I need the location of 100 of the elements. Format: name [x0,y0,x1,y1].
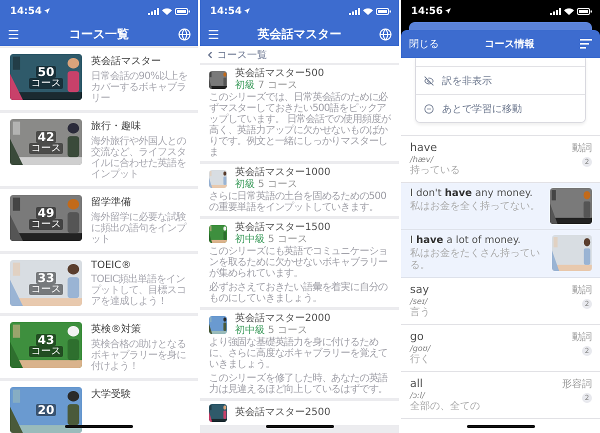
course-count: 7 コース [258,80,298,91]
course-title: TOEIC® [91,260,132,271]
location-icon [444,8,451,14]
word-meaning: 全部の、全ての [410,401,480,413]
course-unit: コース [29,78,63,88]
course-card[interactable]: 49 コース 留学準備 海外留学に必要な試験に頻出の語句をインプット [0,189,198,251]
word-meaning: 行く [410,354,430,366]
example-sentence: I have a lot of money. [410,235,522,246]
level-label: 初中級 [235,325,265,336]
series-title: 英会話マスター2500 [235,407,330,419]
minus-circle-icon [424,104,434,114]
series-title: 英会話マスター1500 [235,222,330,234]
course-title: 旅行・趣味 [91,120,142,133]
course-card[interactable]: 20 大学受験 [0,381,198,433]
part-of-speech: 動詞 [572,284,592,297]
example-translation: 私はお金をたくさん持っている。 [410,248,541,272]
series-card[interactable]: 英会話マスター2000 初中級 5 コース より強固な基礎英語力を身に付けるために、さらに高度なボキャブラリーを覚えていきましょう。 このシリーズを修了した時、あなたの英語力は見違えるほど向上しているはずです。 [200,310,399,398]
course-title: 英検®対策 [91,322,142,336]
course-count: 20 [36,404,56,416]
level-label: 初中級 [235,234,265,245]
course-description: 英検合格の助けとなるボキャブラリーを身に付けよう！ [91,339,187,372]
series-title: 英会話マスター1000 [235,167,330,178]
part-of-speech: 形容詞 [562,378,592,391]
chevron-left-icon [205,50,215,60]
course-count: 5 コース [268,234,308,245]
course-title: 英会話マスター [91,54,162,68]
phonetic: /seɪ/ [410,296,429,306]
part-of-speech: 動詞 [572,142,592,155]
series-title: 英会話マスター500 [235,68,324,80]
course-count: 5 コース [258,179,298,190]
globe-button[interactable] [178,28,191,40]
course-count: 50 [36,66,56,78]
word: have [410,141,438,154]
course-unit: コース [29,142,63,154]
series-title: 英会話マスター2000 [235,313,330,324]
word: all [410,377,424,390]
series-card[interactable]: 英会話マスター1000 初級 5 コース さらに日常英語の土台を固めるための500の重要単語をインプットしていきます。 [200,164,399,216]
signal-icon [148,8,159,14]
menu-button[interactable] [7,28,20,40]
battery-icon [577,8,592,14]
sort-button[interactable] [580,39,592,49]
wifi-icon [363,8,373,14]
series-description: このシリーズにも英語でコミュニケーションを取るために欠かせないボキャブラリーが集められています。 [209,246,389,279]
phonetic: /goʊ/ [410,343,430,354]
example-translation: 私はお金を全く持ってない。 [410,201,540,213]
series-description: より強固な基礎英語力を身に付けるために、さらに高度なボキャブラリーを覚えていきましょう。 [209,337,389,370]
part-of-speech: 動詞 [572,330,592,344]
level-label: 初級 [235,80,255,91]
series-description: このシリーズでは、日常英会話のために必ずマスターしておきたい500語をピックアップしています。 日常会話での使用頻度が高く、英語力アップに欠かせないものばかりです。例文と一緒にしっかりマスターしま [209,92,392,158]
course-count: 43 [36,334,56,346]
battery-icon [175,8,190,14]
word: say [410,283,430,296]
course-unit: コース [29,218,63,230]
series-description: 必ずおさえておきたい語彙を着実に自分のものにしていきましょう。 [209,282,389,304]
wifi-icon [564,8,574,14]
word-meaning: 言う [410,307,430,319]
location-icon [44,8,50,14]
location-icon [244,8,250,14]
course-count: 49 [36,206,56,218]
back-link[interactable]: コース一覧 [200,46,399,63]
series-card[interactable]: 英会話マスター500 初級 7 コース このシリーズでは、日常英会話のために必ずマスターしておきたい500語をピックアップしています。 日常会話での使用頻度が高く、英語力アップに欠かせないものばかりです。例文と一緒にしっかりマスターしま [200,65,399,161]
eye-off-icon [424,76,434,86]
phonetic: /hæv/ [410,154,435,164]
menu-button[interactable] [207,28,220,40]
series-description: このシリーズを修了した時、あなたの英語力は見違えるほど向上しているはずです。 [209,373,389,395]
series-card[interactable]: 英会話マスター1500 初中級 5 コース このシリーズにも英語でコミュニケーションを取るために欠かせないボキャブラリーが集められています。 必ずおさえておきたい語彙を着実に自分のものにしていきましょう。 [200,219,399,307]
course-card[interactable]: 42 コース 旅行・趣味 海外旅行や外国人との交流など、ライフスタイルに合わせた英語をインプット [0,113,198,186]
course-description: 日常会話の90%以上をカバーするボキャブラリー [91,71,189,104]
course-card[interactable]: 50 コース 英会話マスター 日常会話の90%以上をカバーするボキャブラリー [0,48,198,110]
status-time: 14:54 [10,6,42,16]
nav-title: 英会話マスター [258,26,342,42]
course-card[interactable]: 33 コース TOEIC® TOEIC頻出単語をインプットして、目標スコアを達成しよう！ [0,254,198,313]
example-sentence: I don't have any money. [410,188,534,199]
menu-item[interactable]: あとで学習に移動 [416,94,585,122]
wifi-icon [162,8,172,14]
course-card[interactable]: 43 コース 英検®対策 英検合格の助けとなるボキャブラリーを身に付けよう！ [0,316,198,378]
home-indicator [266,425,334,428]
word-meaning: 持っている [410,165,460,177]
series-description: さらに日常英語の土台を固めるための500の重要単語をインプットしていきます。 [209,191,388,213]
menu-item[interactable]: 訳を非表示 [416,66,585,94]
course-unit: コース [29,346,63,356]
course-title: 大学受験 [91,388,131,401]
course-description: 海外留学に必要な試験に頻出の語句をインプット [91,212,188,245]
signal-icon [550,8,561,14]
home-indicator [466,425,534,428]
course-unit: コース [29,284,63,294]
battery-icon [376,8,391,14]
status-time: 14:54 [210,6,242,16]
globe-button[interactable] [379,28,392,40]
phonetic: /ɔːl/ [410,390,426,400]
course-count: 33 [36,272,56,284]
course-description: TOEIC頻出単語をインプットして、目標スコアを達成しよう！ [91,274,187,307]
close-button[interactable]: 閉じる [409,37,439,51]
level-label: 初級 [235,179,255,190]
course-title: 留学準備 [91,196,132,209]
series-card[interactable]: 英会話マスター2500 [200,401,399,425]
status-time: 14:56 [411,6,443,16]
signal-icon [349,8,360,14]
nav-title: コース一覧 [69,26,129,42]
course-description: 海外旅行や外国人との交流など、ライフスタイルに合わせた英語をインプット [91,136,187,180]
